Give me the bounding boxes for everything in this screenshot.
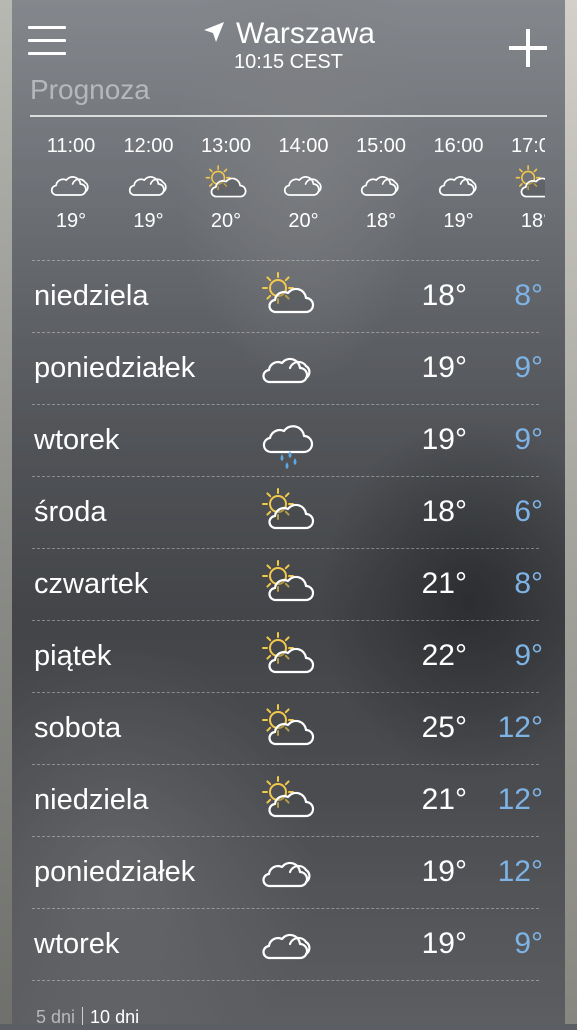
daily-row: czwartek 21° 8° — [32, 548, 545, 620]
location-arrow-icon — [204, 22, 225, 42]
daily-row: środa 18° 6° — [32, 476, 545, 548]
cloud-icon — [342, 162, 420, 206]
hourly-item: 14:00 20° — [265, 130, 343, 234]
low-temp: 8° — [514, 279, 543, 312]
day-name: wtorek — [34, 424, 120, 456]
hourly-temp: 18° — [365, 210, 397, 232]
hourly-item: 16:00 19° — [420, 130, 498, 234]
daily-row: sobota 25° 12° — [32, 692, 545, 764]
high-temp: 18° — [421, 495, 467, 528]
partly-sunny-icon — [260, 488, 316, 536]
daily-row: wtorek 19° 9° — [32, 908, 545, 980]
day-name: sobota — [34, 712, 122, 744]
daily-row: poniedziałek 19° 9° — [32, 332, 545, 404]
section-title: Prognoza — [30, 74, 150, 105]
day-name: wtorek — [34, 928, 120, 960]
low-temp: 9° — [514, 639, 543, 672]
daily-row: niedziela 18° 8° — [32, 260, 545, 332]
hourly-time: 11:00 — [46, 135, 96, 157]
rain-icon — [260, 416, 316, 469]
partly-sunny-icon — [260, 560, 316, 608]
city-name: Warszawa — [236, 17, 375, 50]
high-temp: 19° — [421, 855, 467, 888]
range-10-days[interactable]: 10 dni — [90, 1007, 139, 1027]
low-temp: 9° — [514, 927, 543, 960]
cloud-icon — [265, 162, 343, 206]
hourly-temp: 20° — [210, 210, 242, 232]
next-city-edge[interactable] — [565, 0, 577, 1024]
high-temp: 25° — [421, 711, 467, 744]
hourly-time: 16:00 — [433, 135, 484, 157]
day-name: niedziela — [34, 280, 149, 312]
hourly-item: 12:00 19° — [110, 130, 188, 234]
hourly-time: 12:00 — [123, 135, 174, 157]
partly-sunny-icon — [260, 272, 316, 320]
city-line: Warszawa — [202, 16, 375, 52]
low-temp: 9° — [514, 423, 543, 456]
low-temp: 6° — [514, 495, 543, 528]
day-name: niedziela — [34, 784, 149, 816]
plus-icon[interactable] — [509, 29, 547, 67]
range-toggle: 5 dni 10 dni — [36, 1004, 139, 1030]
hourly-temp: 20° — [288, 210, 319, 232]
hourly-temp: 19° — [133, 210, 164, 232]
daily-row: poniedziałek 19° 12° — [32, 836, 545, 908]
low-temp: 9° — [514, 351, 543, 384]
high-temp: 19° — [421, 423, 467, 456]
partly-sunny-icon — [260, 776, 316, 824]
hourly-time: 17:00 — [510, 135, 545, 157]
day-name: poniedziałek — [34, 856, 196, 888]
high-temp: 19° — [421, 351, 467, 384]
day-name: piątek — [34, 640, 112, 672]
range-5-days[interactable]: 5 dni — [36, 1007, 75, 1027]
row-divider — [32, 980, 539, 981]
cloud-icon — [32, 162, 110, 206]
partly-sunny-icon — [260, 704, 316, 752]
day-name: poniedziałek — [34, 352, 196, 384]
cloud-icon — [260, 848, 316, 896]
hourly-forecast[interactable]: 11:00 19° 12:00 19° 13:00 20° 14:00 20° 15:00 18°… — [32, 130, 545, 255]
previous-city-edge[interactable] — [0, 0, 12, 1024]
header-divider — [30, 115, 547, 117]
low-temp: 12° — [497, 855, 543, 888]
hourly-time: 13:00 — [200, 135, 252, 157]
hourly-temp: 19° — [55, 210, 87, 232]
high-temp: 22° — [421, 639, 467, 672]
hourly-item: 15:00 18° — [342, 130, 420, 234]
daily-row: piątek 22° 9° — [32, 620, 545, 692]
daily-row: wtorek 19° 9° — [32, 404, 545, 476]
daily-row: niedziela 21° 12° — [32, 764, 545, 836]
partly-sunny-icon — [497, 162, 545, 206]
hourly-item: 17:00 18° — [497, 130, 545, 234]
day-name: środa — [34, 496, 107, 528]
high-temp: 21° — [421, 783, 467, 816]
cloud-icon — [420, 162, 498, 206]
hourly-temp: 18° — [520, 210, 545, 232]
high-temp: 21° — [421, 567, 467, 600]
high-temp: 18° — [421, 279, 467, 312]
partly-sunny-icon — [260, 632, 316, 680]
day-name: czwartek — [34, 568, 149, 600]
high-temp: 19° — [421, 927, 467, 960]
hourly-item: 13:00 20° — [187, 130, 265, 234]
hourly-temp: 19° — [443, 210, 474, 232]
hourly-time: 14:00 — [278, 135, 329, 157]
range-separator — [82, 1007, 84, 1025]
hourly-item: 11:00 19° — [32, 130, 110, 234]
cloud-icon — [260, 920, 316, 968]
low-temp: 12° — [497, 783, 543, 816]
low-temp: 8° — [514, 567, 543, 600]
low-temp: 12° — [497, 711, 543, 744]
location-title: Warszawa 10:15 CEST — [0, 16, 577, 74]
hourly-time: 15:00 — [355, 135, 407, 157]
partly-sunny-icon — [187, 162, 265, 206]
cloud-icon — [260, 344, 316, 392]
cloud-icon — [110, 162, 188, 206]
